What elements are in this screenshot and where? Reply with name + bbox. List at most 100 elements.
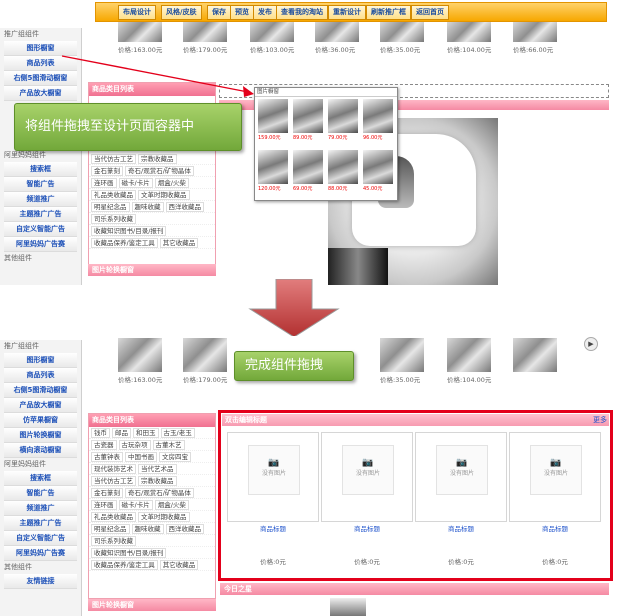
- category-link[interactable]: 连环画: [91, 500, 117, 510]
- category-link[interactable]: 收藏品保养/鉴定工具: [91, 238, 158, 248]
- category-link[interactable]: 古瓷器: [91, 440, 117, 450]
- product-card[interactable]: 价格:163.00元: [118, 22, 162, 54]
- product-slot[interactable]: 📷 没有图片: [509, 432, 601, 522]
- component-item[interactable]: 智能广告: [4, 177, 77, 192]
- category-link[interactable]: 烟盒/火柴: [154, 178, 189, 188]
- category-link[interactable]: 礼品类收藏品: [91, 512, 136, 522]
- category-link[interactable]: 古董钟表: [91, 452, 123, 462]
- product-card[interactable]: 价格:104.00元: [447, 22, 491, 54]
- component-item[interactable]: 搜索框: [4, 471, 77, 486]
- category-link[interactable]: 收藏知识图书/目录/报刊: [91, 226, 167, 236]
- component-header[interactable]: 双击编辑标题 更多: [222, 414, 609, 426]
- product-card[interactable]: 价格:104.00元: [447, 338, 491, 384]
- product-card[interactable]: 价格:163.00元: [118, 338, 162, 384]
- refresh-promo-button[interactable]: 刷新推广框: [366, 5, 411, 20]
- category-link[interactable]: 趣味收藏: [131, 524, 164, 534]
- slot-title[interactable]: 商品标题: [321, 523, 413, 533]
- category-link[interactable]: 其它收藏品: [159, 238, 199, 248]
- component-item[interactable]: 产品放大橱窗: [4, 398, 77, 413]
- category-link[interactable]: 其它收藏品: [159, 560, 199, 570]
- category-link[interactable]: 西洋收藏品: [165, 202, 204, 212]
- style-skin-button[interactable]: 风格/皮肤: [161, 5, 202, 20]
- category-link[interactable]: 奇石/观赏石/矿物晶体: [125, 488, 194, 498]
- component-item[interactable]: 图形橱窗: [4, 353, 77, 368]
- component-title[interactable]: 双击编辑标题: [225, 416, 267, 424]
- preview-button[interactable]: 预览: [230, 5, 254, 20]
- component-item[interactable]: 频道推广: [4, 192, 77, 207]
- category-link[interactable]: 文房四宝: [159, 452, 191, 462]
- component-item[interactable]: 图片轮换橱窗: [4, 428, 77, 443]
- category-link[interactable]: 司乐系列收藏: [91, 214, 136, 224]
- category-link[interactable]: 钱币: [91, 428, 110, 438]
- product-image: [315, 22, 359, 42]
- component-item[interactable]: 右侧5图滑动橱窗: [4, 383, 77, 398]
- publish-button[interactable]: 发布: [253, 5, 277, 20]
- category-link[interactable]: 金石篆刻: [91, 166, 123, 176]
- component-item[interactable]: 友情链接: [4, 574, 77, 589]
- component-item[interactable]: 主题推广广告: [4, 207, 77, 222]
- product-slot[interactable]: 📷 没有图片: [415, 432, 507, 522]
- product-card[interactable]: 价格:35.00元: [380, 22, 424, 54]
- component-item[interactable]: 商品列表: [4, 368, 77, 383]
- category-link[interactable]: 西洋收藏品: [165, 524, 204, 534]
- component-item[interactable]: 智能广告: [4, 486, 77, 501]
- category-link[interactable]: 明星纪念品: [91, 524, 130, 534]
- product-card[interactable]: 价格:35.00元: [380, 338, 424, 384]
- slot-title[interactable]: 商品标题: [509, 523, 601, 533]
- category-link[interactable]: 和田玉: [133, 428, 159, 438]
- product-card[interactable]: 价格:179.00元: [183, 22, 227, 54]
- component-item[interactable]: 自定义智能广告: [4, 531, 77, 546]
- dragged-component-preview[interactable]: 图片橱窗 159.00元 89.00元 79.00元 96.00元 120.00…: [254, 87, 398, 201]
- category-link[interactable]: 当代仿古工艺: [91, 154, 136, 164]
- category-link[interactable]: 古玉/老玉: [160, 428, 195, 438]
- product-card[interactable]: 价格:36.00元: [315, 22, 359, 54]
- product-slot[interactable]: 📷 没有图片: [321, 432, 413, 522]
- component-item[interactable]: 横向滚动橱窗: [4, 443, 77, 458]
- category-link[interactable]: 收藏品保养/鉴定工具: [91, 560, 158, 570]
- product-slot[interactable]: 📷 没有图片: [227, 432, 319, 522]
- return-home-button[interactable]: 返回首页: [411, 5, 449, 20]
- category-link[interactable]: 连环画: [91, 178, 117, 188]
- component-item[interactable]: 主题推广广告: [4, 516, 77, 531]
- category-link[interactable]: 当代艺术品: [138, 464, 177, 474]
- category-link[interactable]: 古玩杂项: [118, 440, 151, 450]
- view-my-site-button[interactable]: 查看我的淘站: [276, 5, 328, 20]
- category-link[interactable]: 司乐系列收藏: [91, 536, 136, 546]
- redesign-button[interactable]: 重新设计: [328, 5, 366, 20]
- category-link[interactable]: 奇石/观赏石/矿物晶体: [125, 166, 194, 176]
- slot-title[interactable]: 商品标题: [415, 523, 507, 533]
- category-link[interactable]: 古董木艺: [152, 440, 185, 450]
- category-link[interactable]: 文革时期收藏品: [138, 190, 190, 200]
- slot-title[interactable]: 商品标题: [227, 523, 319, 533]
- product-card[interactable]: 价格:179.00元: [183, 338, 227, 384]
- more-link[interactable]: 更多: [593, 414, 607, 426]
- category-link[interactable]: 宗教收藏品: [138, 154, 177, 164]
- category-link[interactable]: 磁卡/卡片: [118, 500, 153, 510]
- scroll-right-icon[interactable]: ▶: [584, 337, 598, 351]
- component-item[interactable]: 自定义智能广告: [4, 222, 77, 237]
- component-item[interactable]: 搜索框: [4, 162, 77, 177]
- component-item[interactable]: 频道推广: [4, 501, 77, 516]
- category-link[interactable]: 现代装饰艺术: [91, 464, 136, 474]
- category-link[interactable]: 明星纪念品: [91, 202, 130, 212]
- component-item[interactable]: 仿苹果橱窗: [4, 413, 77, 428]
- category-link[interactable]: 当代仿古工艺: [91, 476, 136, 486]
- product-card[interactable]: 价格:66.00元: [513, 22, 557, 54]
- category-link[interactable]: 邮品: [112, 428, 131, 438]
- category-link[interactable]: 礼品类收藏品: [91, 190, 136, 200]
- category-link[interactable]: 磁卡/卡片: [118, 178, 153, 188]
- category-link[interactable]: 文革时期收藏品: [138, 512, 190, 522]
- component-item[interactable]: 阿里妈妈广告赛: [4, 237, 77, 252]
- category-link[interactable]: 趣味收藏: [131, 202, 164, 212]
- product-card[interactable]: 价格:103.00元: [250, 22, 294, 54]
- product-card[interactable]: [513, 338, 557, 372]
- category-link[interactable]: 中国书画: [125, 452, 157, 462]
- layout-design-button[interactable]: 布局设计: [118, 5, 156, 20]
- save-button[interactable]: 保存: [207, 5, 231, 20]
- category-link[interactable]: 烟盒/火柴: [154, 500, 189, 510]
- category-link[interactable]: 宗教收藏品: [138, 476, 177, 486]
- popup-product: 96.00元: [363, 99, 393, 141]
- component-item[interactable]: 阿里妈妈广告赛: [4, 546, 77, 561]
- category-link[interactable]: 收藏知识图书/目录/报刊: [91, 548, 167, 558]
- category-link[interactable]: 金石篆刻: [91, 488, 123, 498]
